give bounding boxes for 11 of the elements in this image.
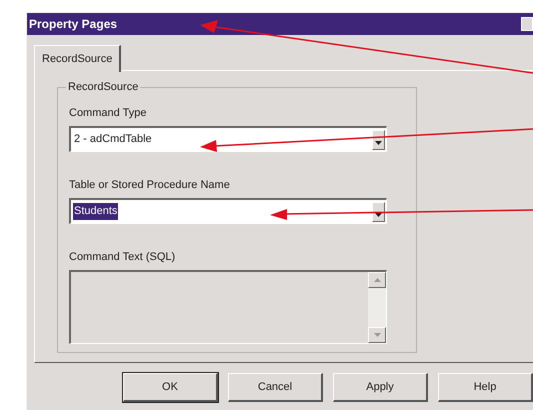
field-label: Command Type — [69, 106, 146, 121]
dialog-button[interactable]: OK — [123, 373, 218, 402]
window-title: Property Pages — [29, 16, 118, 33]
dialog-button[interactable]: Apply — [333, 373, 428, 402]
dropdown-field[interactable]: Students — [69, 198, 387, 224]
dialog-button[interactable]: Cancel — [228, 373, 323, 402]
field-label: Table or Stored Procedure Name — [69, 178, 230, 193]
tab[interactable]: RecordSource — [34, 45, 122, 72]
field-label: Command Text (SQL) — [69, 250, 176, 265]
dropdown-field[interactable]: 2 - adCmdTable — [69, 126, 387, 152]
dialog-button[interactable]: Help — [438, 373, 533, 402]
